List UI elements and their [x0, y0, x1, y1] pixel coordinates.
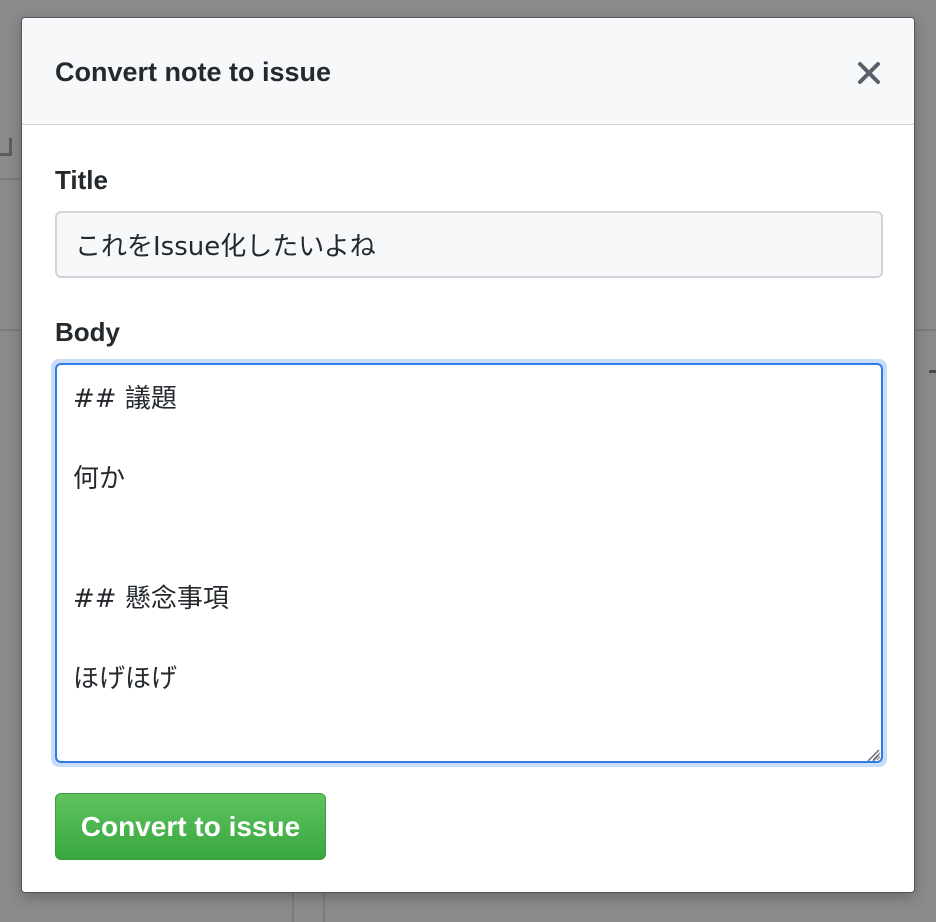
background-divider — [0, 178, 22, 180]
close-button[interactable] — [848, 52, 890, 94]
dialog-header: Convert note to issue — [22, 18, 914, 125]
convert-note-dialog: Convert note to issue Title Body ## 議題 何… — [21, 17, 915, 893]
body-label: Body — [55, 317, 120, 347]
convert-to-issue-button[interactable]: Convert to issue — [55, 793, 326, 860]
close-icon — [858, 62, 880, 84]
body-textarea[interactable]: ## 議題 何か ## 懸念事項 ほげほげ — [55, 363, 883, 763]
dialog-title: Convert note to issue — [55, 57, 332, 87]
background-divider — [0, 329, 22, 331]
background-divider — [292, 892, 294, 922]
background-divider — [914, 329, 936, 331]
body-focus-ring: ## 議題 何か ## 懸念事項 ほげほげ — [51, 359, 887, 767]
background-divider — [323, 892, 325, 922]
background-partial-glyph — [0, 138, 12, 156]
title-input[interactable] — [55, 211, 883, 278]
background-partial-glyph — [929, 370, 936, 373]
resize-handle-icon[interactable] — [864, 746, 880, 762]
title-label: Title — [55, 165, 108, 195]
